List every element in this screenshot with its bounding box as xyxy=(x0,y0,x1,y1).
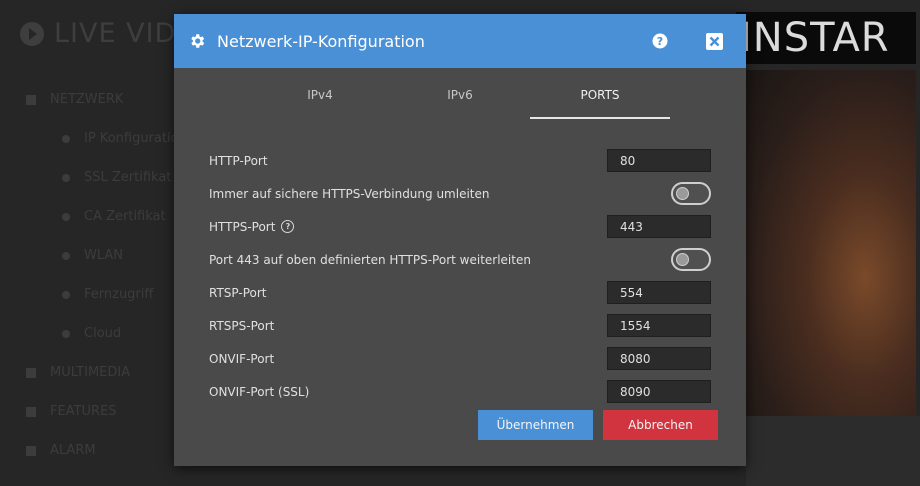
rtsps-port-input[interactable]: 1554 xyxy=(607,314,711,337)
http-port-input[interactable]: 80 xyxy=(607,149,711,172)
field-label-text: Immer auf sichere HTTPS-Verbindung umlei… xyxy=(209,186,490,201)
https-port-label: HTTPS-Port? xyxy=(209,219,295,234)
onvif-port-label: ONVIF-Port xyxy=(209,352,274,366)
onvif-ssl-port-label: ONVIF-Port (SSL) xyxy=(209,385,309,399)
remote-icon xyxy=(62,290,70,299)
question-circle-icon[interactable]: ? xyxy=(650,31,670,51)
sidebar-item-label: SSL Zertifikat xyxy=(84,170,172,185)
image-icon xyxy=(26,367,36,378)
onvif-ssl-port-row: ONVIF-Port (SSL) 8090 xyxy=(209,375,711,408)
https-redirect-label: Immer auf sichere HTTPS-Verbindung umlei… xyxy=(209,187,490,201)
close-icon[interactable] xyxy=(704,31,724,51)
sidebar-item-label: Fernzugriff xyxy=(84,287,154,302)
toggle-knob xyxy=(676,253,689,266)
gear-icon xyxy=(26,406,36,417)
tab-ports[interactable]: PORTS xyxy=(530,68,670,119)
sidebar-item-label: Cloud xyxy=(84,326,122,341)
sidebar-item-label: WLAN xyxy=(84,248,124,263)
field-label-text: ONVIF-Port xyxy=(209,351,275,366)
apply-button[interactable]: Übernehmen xyxy=(478,410,593,440)
field-label-text: RTSPS-Port xyxy=(209,318,275,333)
rtsp-port-row: RTSP-Port 554 xyxy=(209,276,711,309)
network-icon xyxy=(26,94,36,105)
http-port-label: HTTP-Port xyxy=(209,154,268,168)
field-label-text: ONVIF-Port (SSL) xyxy=(209,384,310,399)
tab-bar: IPv4 IPv6 PORTS xyxy=(174,68,746,119)
bullet-icon xyxy=(62,212,70,221)
sidebar-item-label: CA Zertifikat xyxy=(84,209,166,224)
sidebar-item-label: IP Konfiguration xyxy=(84,131,187,146)
tab-ipv6[interactable]: IPv6 xyxy=(390,68,530,118)
onvif-port-row: ONVIF-Port 8080 xyxy=(209,342,711,375)
http-port-row: HTTP-Port 80 xyxy=(209,144,711,177)
port-forward-row: Port 443 auf oben definierten HTTPS-Port… xyxy=(209,243,711,276)
field-label-text: HTTPS-Port xyxy=(209,219,276,234)
sidebar-item-label: FEATURES xyxy=(50,404,117,419)
sidebar-item-label: NETZWERK xyxy=(50,92,124,107)
gear-icon xyxy=(191,34,205,48)
field-label-text: HTTP-Port xyxy=(209,153,268,168)
bell-icon xyxy=(26,445,36,456)
brand-logo: INSTAR xyxy=(736,12,916,64)
video-preview-footer xyxy=(746,416,920,486)
rtsp-port-label: RTSP-Port xyxy=(209,286,267,300)
rtsps-port-row: RTSPS-Port 1554 xyxy=(209,309,711,342)
rtsps-port-label: RTSPS-Port xyxy=(209,319,274,333)
onvif-port-input[interactable]: 8080 xyxy=(607,347,711,370)
field-label-text: RTSP-Port xyxy=(209,285,267,300)
tab-ipv4[interactable]: IPv4 xyxy=(250,68,390,118)
sidebar-item-label: MULTIMEDIA xyxy=(50,365,131,380)
field-label-text: Port 443 auf oben definierten HTTPS-Port… xyxy=(209,252,531,267)
network-config-dialog: Netzwerk-IP-Konfiguration ? IPv4 IPv6 PO… xyxy=(174,14,746,466)
wifi-icon xyxy=(62,251,70,260)
https-redirect-row: Immer auf sichere HTTPS-Verbindung umlei… xyxy=(209,177,711,210)
question-circle-icon[interactable]: ? xyxy=(281,220,295,233)
ports-form: HTTP-Port 80 Immer auf sichere HTTPS-Ver… xyxy=(209,144,711,408)
dialog-header: Netzwerk-IP-Konfiguration ? xyxy=(174,14,746,68)
https-port-input[interactable]: 443 xyxy=(607,215,711,238)
dialog-actions: Übernehmen Abbrechen xyxy=(478,410,718,440)
svg-text:?: ? xyxy=(657,35,663,48)
cancel-button[interactable]: Abbrechen xyxy=(603,410,718,440)
play-icon xyxy=(20,21,44,46)
cloud-icon xyxy=(62,329,70,338)
dialog-title: Netzwerk-IP-Konfiguration xyxy=(217,31,425,51)
bullet-icon xyxy=(62,173,70,182)
port-forward-toggle[interactable] xyxy=(671,248,711,271)
bullet-icon xyxy=(62,134,70,143)
https-port-row: HTTPS-Port? 443 xyxy=(209,210,711,243)
video-preview xyxy=(746,70,916,416)
onvif-ssl-port-input[interactable]: 8090 xyxy=(607,380,711,403)
https-redirect-toggle[interactable] xyxy=(671,182,711,205)
sidebar-item-label: ALARM xyxy=(50,443,96,458)
toggle-knob xyxy=(676,187,689,200)
rtsp-port-input[interactable]: 554 xyxy=(607,281,711,304)
port-forward-label: Port 443 auf oben definierten HTTPS-Port… xyxy=(209,253,531,267)
